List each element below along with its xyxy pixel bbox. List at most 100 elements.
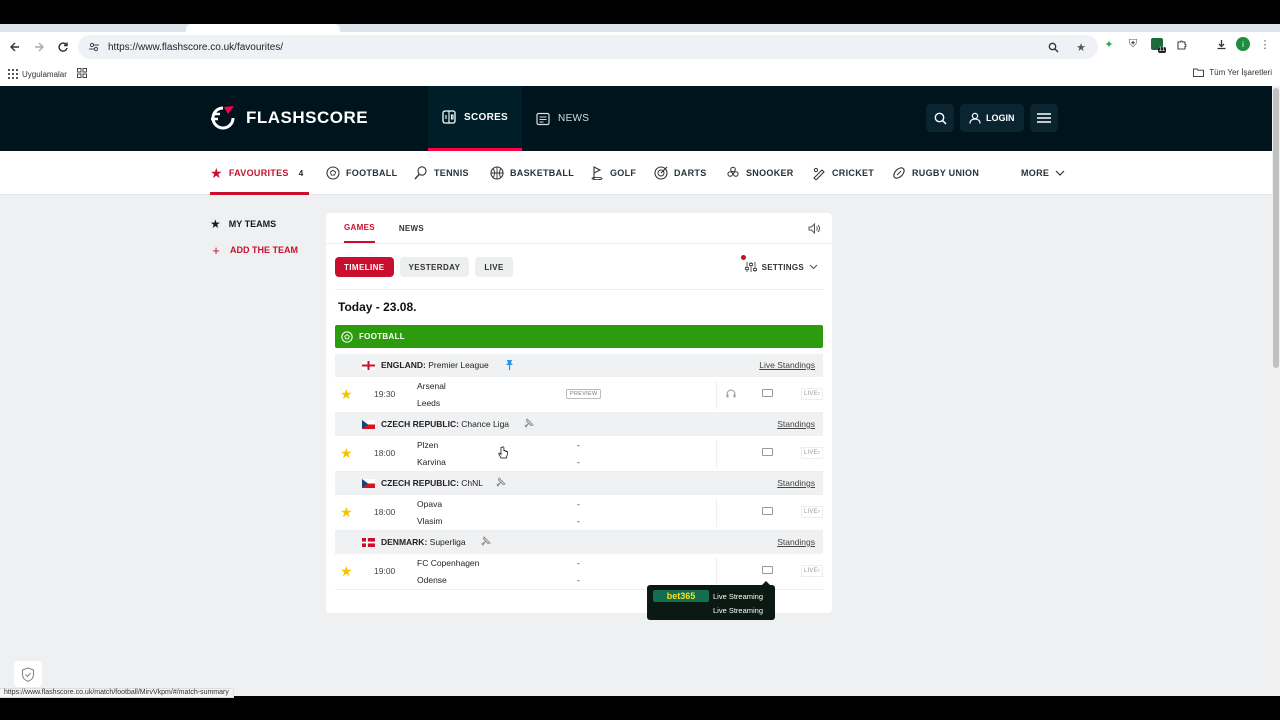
league-header[interactable]: CZECH REPUBLIC: ChNL Standings — [335, 472, 823, 495]
site-info-icon[interactable] — [88, 41, 100, 53]
sport-golf-label: GOLF — [610, 168, 637, 178]
favourite-star-icon[interactable]: ★ — [340, 505, 354, 519]
match-time: 19:30 — [374, 389, 396, 399]
sport-darts[interactable]: DARTS — [654, 151, 707, 195]
live-stream-link[interactable]: LIVE› — [801, 388, 824, 400]
match-row[interactable]: ★ 18:00 Plzen Karvina - - LIVE› — [335, 436, 824, 472]
league-standings-link[interactable]: Standings — [777, 478, 815, 488]
live-stream-link[interactable]: LIVE› — [801, 447, 824, 459]
search-button[interactable] — [926, 104, 954, 132]
scrollbar-thumb[interactable] — [1273, 88, 1279, 368]
tab-news[interactable]: NEWS — [399, 213, 424, 243]
forward-icon[interactable] — [27, 35, 51, 59]
tab-groups-icon[interactable] — [76, 68, 87, 80]
favourite-star-icon[interactable]: ★ — [340, 564, 354, 578]
add-team-button[interactable]: + ADD THE TEAM — [210, 237, 298, 263]
browser-menu-icon[interactable]: ⋮ — [1256, 35, 1274, 53]
folder-icon — [1193, 68, 1205, 77]
flashscore-logo-icon — [211, 106, 235, 130]
bookmarks-bar: Uygulamalar Tüm Yer İşaretleri — [0, 62, 1280, 86]
back-icon[interactable] — [3, 35, 27, 59]
preview-badge[interactable]: PREVIEW — [566, 389, 602, 399]
sport-basketball[interactable]: BASKETBALL — [490, 151, 574, 195]
flashscore-page: FLASHSCORE SCORES NEWS LOGIN ★ FAVOURITE… — [0, 86, 1272, 696]
pin-icon[interactable] — [524, 418, 534, 431]
all-bookmarks[interactable]: Tüm Yer İşaretleri — [1193, 68, 1272, 77]
tooltip-line-1: Live Streaming — [713, 592, 764, 601]
tv-icon[interactable] — [762, 507, 773, 515]
audio-commentary-icon[interactable] — [726, 389, 736, 400]
home-team: Plzen — [417, 440, 439, 450]
download-icon[interactable] — [1212, 35, 1230, 53]
login-button[interactable]: LOGIN — [960, 104, 1024, 132]
url-text: https://www.flashscore.co.uk/favourites/ — [108, 41, 284, 53]
sport-favourites[interactable]: ★ FAVOURITES 4 — [210, 151, 310, 195]
pin-icon[interactable] — [481, 536, 491, 549]
filter-yesterday[interactable]: YESTERDAY — [399, 257, 470, 277]
add-team-label: ADD THE TEAM — [230, 245, 298, 255]
my-teams-item[interactable]: ★ MY TEAMS — [210, 211, 298, 237]
league-header[interactable]: DENMARK: Superliga Standings — [335, 531, 823, 554]
tv-icon[interactable] — [762, 389, 773, 397]
league-standings-link[interactable]: Standings — [777, 419, 815, 429]
pinned-icon[interactable] — [505, 359, 514, 373]
sport-golf[interactable]: GOLF — [590, 151, 636, 195]
tv-icon[interactable] — [762, 566, 773, 574]
zoom-icon[interactable] — [1044, 38, 1062, 56]
favourite-star-icon[interactable]: ★ — [340, 387, 354, 401]
apps-grid-icon — [8, 69, 18, 79]
sport-cricket[interactable]: CRICKET — [812, 151, 874, 195]
live-label: LIVE — [804, 509, 818, 515]
league-name: ChNL — [461, 478, 484, 488]
league-country: DENMARK: — [381, 537, 428, 547]
hand-cursor-icon — [498, 446, 508, 459]
live-stream-link[interactable]: LIVE› — [801, 506, 824, 518]
match-row[interactable]: ★ 18:00 Opava Vlasim - - LIVE› — [335, 495, 824, 531]
hamburger-menu-button[interactable] — [1029, 104, 1058, 132]
snooker-icon — [727, 166, 739, 177]
address-bar[interactable]: https://www.flashscore.co.uk/favourites/ — [78, 35, 1098, 59]
favourite-star-icon[interactable]: ★ — [340, 446, 354, 460]
filter-timeline[interactable]: TIMELINE — [335, 257, 394, 277]
tv-icon[interactable] — [762, 448, 773, 456]
pin-icon[interactable] — [496, 477, 506, 490]
settings-notification-dot — [740, 255, 746, 260]
browser-tab-strip — [0, 24, 1280, 32]
settings-button[interactable]: SETTINGS — [740, 255, 818, 273]
nav-scores[interactable]: SCORES — [428, 86, 523, 151]
date-heading: Today - 23.08. — [338, 300, 417, 314]
nav-news[interactable]: NEWS — [522, 86, 603, 151]
sport-snooker[interactable]: SNOOKER — [726, 151, 794, 195]
football-section-header[interactable]: FOOTBALL — [335, 325, 823, 348]
bookmark-apps[interactable]: Uygulamalar — [8, 69, 67, 79]
privacy-shield-icon[interactable] — [14, 661, 42, 687]
live-stream-link[interactable]: LIVE› — [801, 565, 824, 577]
league-standings-link[interactable]: Live Standings — [759, 360, 815, 370]
filter-live[interactable]: LIVE — [475, 257, 513, 277]
sport-snooker-label: SNOOKER — [746, 168, 794, 178]
tab-games[interactable]: GAMES — [344, 213, 375, 243]
browser-active-tab[interactable] — [186, 24, 340, 32]
match-row[interactable]: ★ 19:30 Arsenal Leeds PREVIEW LIVE› — [335, 377, 824, 413]
sound-icon[interactable] — [808, 222, 820, 237]
live-streaming-tooltip: bet365 Live Streaming Live Streaming — [647, 581, 775, 620]
league-header[interactable]: CZECH REPUBLIC: Chance Liga Standings — [335, 413, 823, 436]
profile-avatar[interactable]: i — [1236, 37, 1250, 51]
league-header[interactable]: ENGLAND: Premier League Live Standings — [335, 354, 823, 377]
bookmark-star-icon[interactable]: ★ — [1072, 38, 1090, 56]
live-label: LIVE — [804, 391, 818, 397]
sport-rugby-union[interactable]: RUGBY UNION — [892, 151, 979, 195]
page-scrollbar[interactable] — [1272, 86, 1280, 696]
sport-more[interactable]: MORE — [1021, 151, 1065, 195]
reload-icon[interactable] — [51, 35, 75, 59]
extension-shield-icon[interactable]: ⛨ — [1124, 35, 1142, 53]
league-standings-link[interactable]: Standings — [777, 537, 815, 547]
sport-football[interactable]: FOOTBALL — [326, 151, 397, 195]
extensions-puzzle-icon[interactable] — [1172, 35, 1190, 53]
extension-badge-icon[interactable]: 11 — [1148, 35, 1166, 53]
sport-basketball-label: BASKETBALL — [510, 168, 574, 178]
away-score: - — [577, 575, 580, 585]
flashscore-logo[interactable]: FLASHSCORE — [210, 105, 368, 131]
extension-leaf-icon[interactable]: ✦ — [1100, 35, 1118, 53]
sport-tennis[interactable]: TENNIS — [414, 151, 469, 195]
